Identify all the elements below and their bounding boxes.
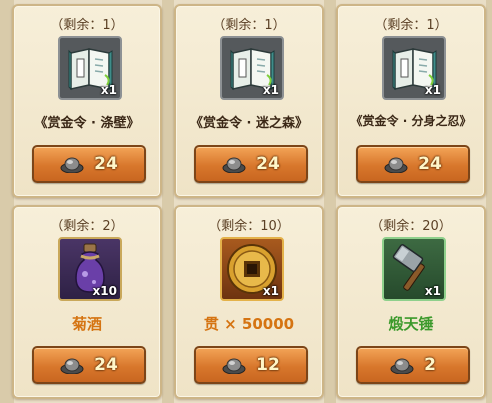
item-name: 贯 × 50000 [203,315,295,333]
item-quantity: x1 [262,284,279,298]
shop-item-card: （剩余：20） x1 煅天锤 2 [336,205,486,399]
item-slot[interactable]: x10 [58,237,122,301]
item-slot[interactable]: x1 [220,237,284,301]
remaining-count: （剩余：20） [370,219,452,234]
price-label: 12 [256,355,280,375]
buy-button[interactable]: 24 [32,145,146,183]
item-quantity: x1 [100,83,117,97]
item-slot[interactable]: x1 [382,237,446,301]
background-strip [486,0,492,403]
price-label: 2 [424,355,436,375]
shop-item-card: （剩余：1） x1 《赏金令 · 分身之忍》 24 [336,4,486,198]
shop-item-card: （剩余：10） x1 贯 × 50000 12 [174,205,324,399]
ingot-icon [60,358,84,374]
item-quantity: x10 [92,284,117,298]
buy-button[interactable]: 24 [356,145,470,183]
shop-item-card: （剩余：2） x10 菊酒 24 [12,205,162,399]
remaining-count: （剩余：1） [50,18,124,33]
item-name: 菊酒 [71,315,102,333]
buy-button[interactable]: 24 [32,346,146,384]
buy-button[interactable]: 2 [356,346,470,384]
ingot-icon [60,157,84,173]
price-label: 24 [94,154,118,174]
price-label: 24 [256,154,280,174]
price-label: 24 [94,355,118,375]
item-name: 《赏金令 · 分身之忍》 [350,114,472,128]
remaining-count: （剩余：2） [50,219,124,234]
shop-item-card: （剩余：1） x1 《赏金令 · 迷之森》 24 [174,4,324,198]
ingot-icon [384,157,408,173]
item-name: 《赏金令 · 涤壁》 [34,116,140,131]
item-name: 煅天锤 [388,315,434,333]
remaining-count: （剩余：1） [212,18,286,33]
ingot-icon [222,157,246,173]
ingot-icon [390,358,414,374]
background-strip [324,0,336,403]
background-strip [162,0,174,403]
item-name: 《赏金令 · 迷之森》 [190,116,308,131]
buy-button[interactable]: 12 [194,346,308,384]
buy-button[interactable]: 24 [194,145,308,183]
item-quantity: x1 [424,83,441,97]
item-slot[interactable]: x1 [58,36,122,100]
item-quantity: x1 [262,83,279,97]
price-label: 24 [418,154,442,174]
item-slot[interactable]: x1 [220,36,284,100]
shop-item-card: （剩余：1） x1 《赏金令 · 涤壁》 24 [12,4,162,198]
remaining-count: （剩余：1） [374,18,448,33]
item-slot[interactable]: x1 [382,36,446,100]
ingot-icon [222,358,246,374]
remaining-count: （剩余：10） [208,219,290,234]
item-quantity: x1 [424,284,441,298]
